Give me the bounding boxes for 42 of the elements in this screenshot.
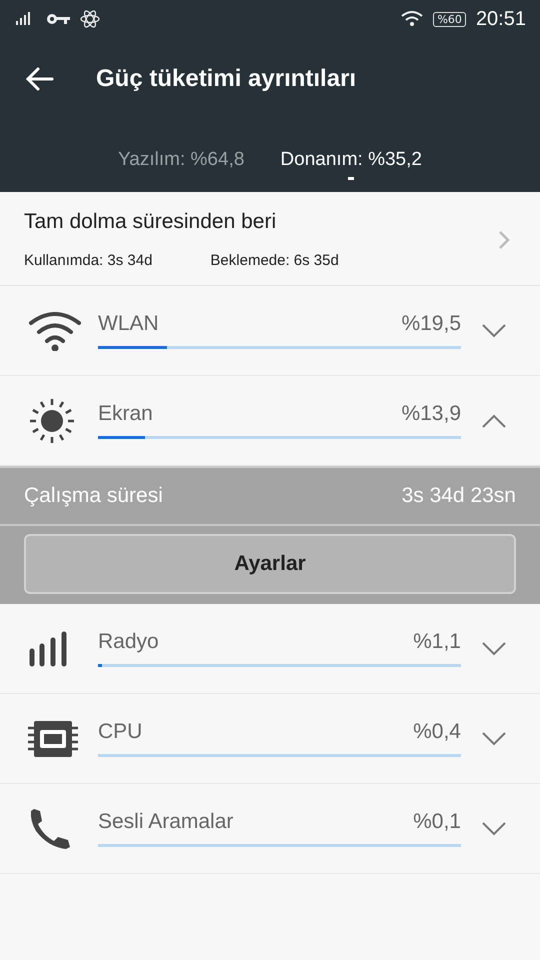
usage-row[interactable]: Ekran %13,9: [0, 376, 540, 466]
usage-percent: %13,9: [401, 402, 461, 426]
key-icon: [46, 13, 70, 25]
clock-time: 20:51: [476, 8, 526, 30]
detail-label: Çalışma süresi: [24, 484, 163, 508]
item-name: CPU: [98, 720, 142, 744]
chevron-down-icon[interactable]: [481, 820, 507, 836]
usage-row[interactable]: WLAN %19,5: [0, 286, 540, 376]
tab[interactable]: Yazılım: %64,8: [118, 140, 244, 180]
sun-icon: [28, 396, 76, 444]
item-name: WLAN: [98, 312, 159, 336]
item-name: Radyo: [98, 630, 159, 654]
chevron-down-icon[interactable]: [481, 640, 507, 656]
atom-icon: [80, 9, 100, 29]
back-arrow-icon[interactable]: [26, 67, 54, 91]
detail-value: 3s 34d 23sn: [402, 484, 516, 508]
settings-button[interactable]: Ayarlar: [24, 534, 516, 594]
item-name: Sesli Aramalar: [98, 810, 234, 834]
chevron-right-icon: [498, 230, 510, 250]
standby-time: Beklemede: 6s 35d: [210, 252, 339, 269]
chevron-down-icon[interactable]: [481, 730, 507, 746]
screen-title: Güç tüketimi ayrıntıları: [96, 65, 356, 93]
usage-row[interactable]: Sesli Aramalar %0,1: [0, 784, 540, 874]
usage-percent: %0,4: [413, 720, 461, 744]
signal-bars-icon: [28, 630, 68, 666]
item-name: Ekran: [98, 402, 153, 426]
usage-percent: %0,1: [413, 810, 461, 834]
usage-row[interactable]: CPU %0,4: [0, 694, 540, 784]
usage-row[interactable]: Radyo %1,1: [0, 604, 540, 694]
wifi-icon: [28, 310, 82, 350]
battery-level: %60: [433, 12, 466, 26]
summary-title: Tam dolma süresinden beri: [24, 210, 278, 234]
chip-icon: [28, 720, 78, 758]
usage-percent: %19,5: [401, 312, 461, 336]
chevron-down-icon[interactable]: [481, 322, 507, 338]
summary-card[interactable]: Tam dolma süresinden beri Kullanımda: 3s 34d Beklemede: 6s 35d: [0, 192, 540, 286]
in-use-time: Kullanımda: 3s 34d: [24, 252, 152, 269]
usage-percent: %1,1: [413, 630, 461, 654]
tab[interactable]: Donanım: %35,2: [280, 140, 422, 180]
chevron-up-icon[interactable]: [481, 412, 507, 428]
phone-icon: [28, 806, 72, 850]
wifi-icon: [401, 11, 424, 27]
